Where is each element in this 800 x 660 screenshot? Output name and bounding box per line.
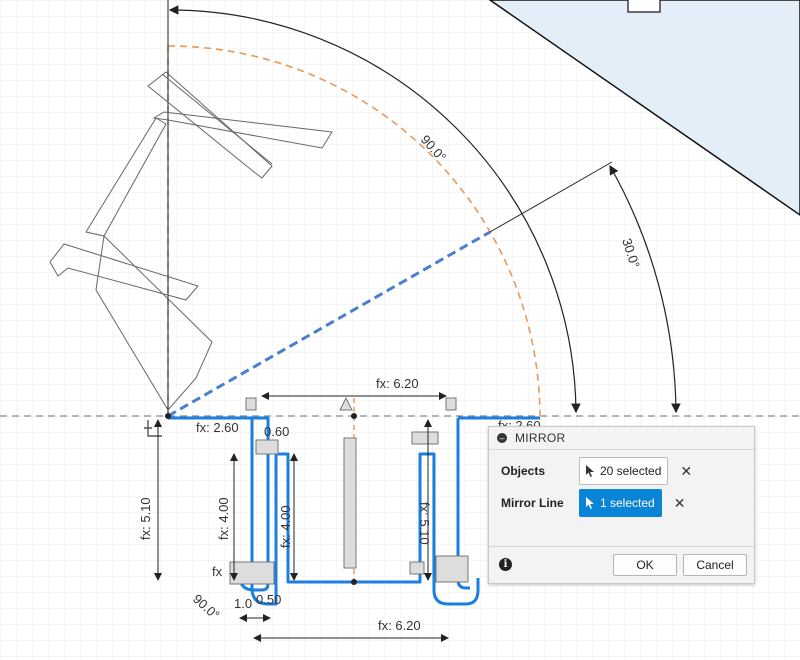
dim-label-fx-400-inner[interactable]: fx: 4.00 [278, 505, 293, 548]
dim-label-fx-510-right[interactable]: fx: 5.10 [417, 502, 432, 545]
objects-value: 20 selected [600, 464, 662, 478]
dim-label-fx-510-left[interactable]: fx: 5.10 [138, 497, 153, 540]
mirror-dialog: – MIRROR Objects 20 selected ✕ Mirror Li… [488, 426, 755, 584]
mirror-line-label: Mirror Line [501, 496, 564, 510]
dim-label-10[interactable]: 1.0 [234, 596, 252, 611]
close-icon[interactable]: ✕ [680, 463, 692, 480]
mirror-line-selector[interactable]: 1 selected [579, 489, 662, 517]
plane-corner [627, 0, 661, 13]
dim-label-fx-620-bottom[interactable]: fx: 6.20 [378, 618, 421, 633]
dim-label-060[interactable]: 0.60 [264, 424, 289, 439]
mirror-dialog-header: – MIRROR [489, 427, 754, 450]
objects-selector[interactable]: 20 selected [579, 457, 669, 485]
objects-label: Objects [501, 464, 546, 478]
info-icon[interactable]: i [499, 558, 512, 571]
dim-label-fx-bottom-left[interactable]: fx [212, 564, 223, 579]
dim-label-fx-620-top[interactable]: fx: 6.20 [376, 376, 419, 391]
ok-button[interactable]: OK [613, 554, 677, 576]
cursor-arrow-icon [586, 465, 594, 477]
cancel-button[interactable]: Cancel [683, 554, 747, 576]
mirror-line-value: 1 selected [600, 496, 655, 510]
mirror-dialog-footer: i OK Cancel [489, 546, 754, 583]
dim-label-fx-400-outer[interactable]: fx: 4.00 [216, 497, 231, 540]
mirror-line-row: Mirror Line 1 selected ✕ [501, 489, 685, 517]
mirror-dialog-title: MIRROR [515, 431, 566, 445]
dim-label-050[interactable]: 0.50 [256, 592, 281, 607]
minus-circle-icon[interactable]: – [497, 433, 507, 443]
cursor-arrow-icon [586, 497, 594, 509]
dim-label-fx-260-left[interactable]: fx: 2.60 [196, 420, 239, 435]
close-icon[interactable]: ✕ [674, 495, 686, 512]
objects-row: Objects 20 selected ✕ [501, 457, 692, 485]
